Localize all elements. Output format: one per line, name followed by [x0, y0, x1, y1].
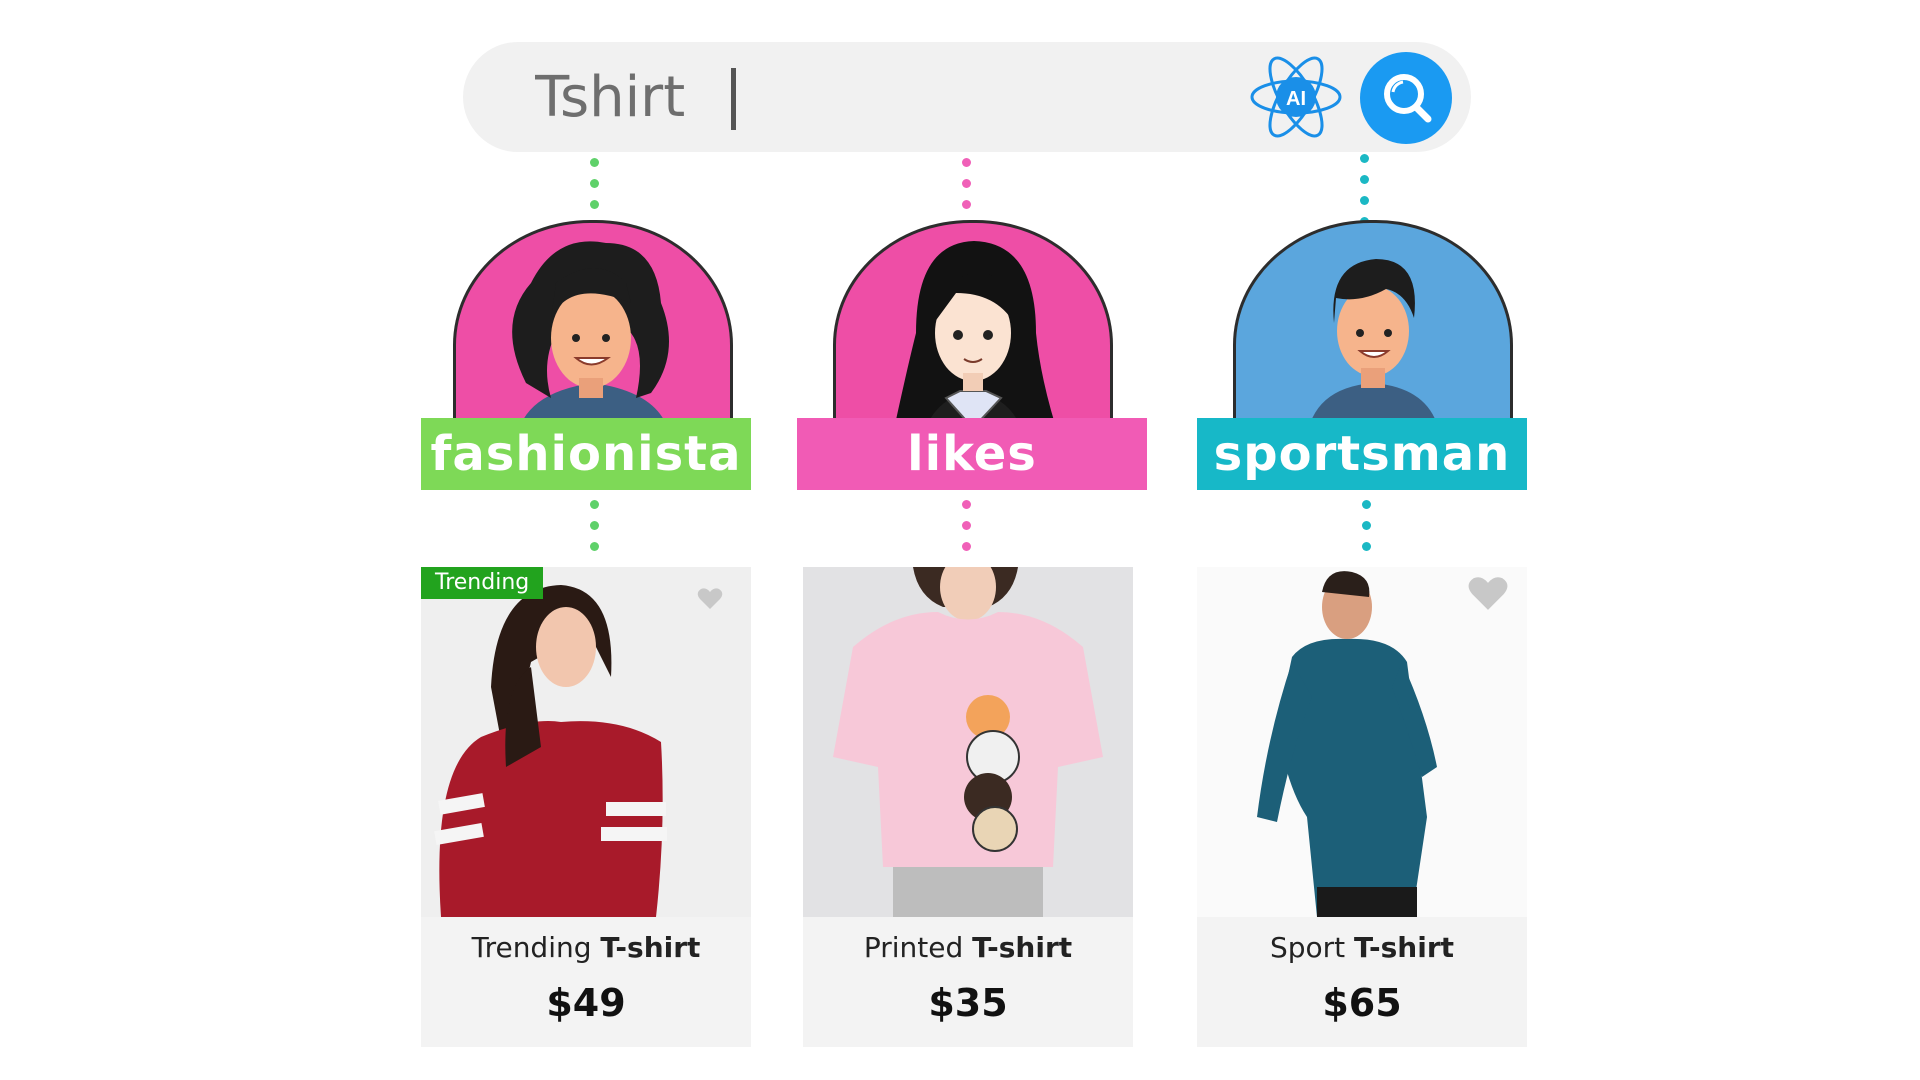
product-photo	[1197, 567, 1527, 917]
product-card-sport[interactable]: Sport T-shirt $65	[1197, 567, 1527, 1047]
product-price: $49	[546, 981, 626, 1025]
trending-badge: Trending	[421, 567, 544, 599]
connector-bottom-2	[962, 500, 971, 563]
persona-label-likes-printed: likes printed	[797, 418, 1147, 554]
product-card-printed[interactable]: Printed T-shirt $35	[803, 567, 1133, 1047]
persona-avatar-fashionista	[453, 220, 733, 441]
persona-avatar-sportsman	[1233, 220, 1513, 441]
ai-atom-icon[interactable]: AI	[1249, 50, 1343, 144]
text-caret	[731, 68, 736, 130]
search-input[interactable]	[535, 56, 1135, 138]
search-icon	[1384, 74, 1432, 123]
ai-label: AI	[1286, 88, 1306, 110]
connector-bottom-3	[1362, 500, 1371, 563]
product-price: $65	[1322, 981, 1402, 1025]
connector-top-2	[962, 158, 971, 221]
persona-avatar-likes-printed	[833, 220, 1113, 441]
heart-icon[interactable]	[1467, 575, 1509, 613]
search-button[interactable]	[1360, 52, 1452, 144]
search-bar: AI	[463, 42, 1471, 152]
connector-bottom-1	[590, 500, 599, 563]
persona-label-sportsman: sportsman	[1197, 418, 1527, 490]
product-name: Trending T-shirt	[471, 931, 701, 964]
product-name: Printed T-shirt	[863, 931, 1073, 964]
product-photo	[803, 567, 1133, 917]
product-card-trending[interactable]: Trending Trending T-shirt $49	[421, 567, 751, 1047]
heart-icon[interactable]	[697, 587, 723, 611]
connector-top-1	[590, 158, 599, 221]
product-price: $35	[928, 981, 1008, 1025]
persona-label-fashionista: fashionista	[421, 418, 751, 490]
product-photo	[421, 567, 751, 917]
product-name: Sport T-shirt	[1269, 931, 1455, 964]
